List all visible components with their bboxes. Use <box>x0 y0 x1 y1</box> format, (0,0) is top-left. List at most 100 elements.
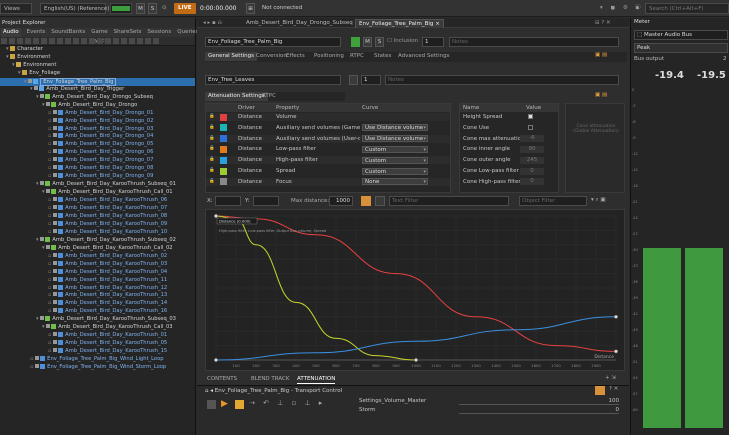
tree-item[interactable]: ▫ Amb_Desert_Bird_Day_KarooThrush_09 <box>0 220 195 229</box>
tree-item[interactable]: ▫ Amb_Desert_Bird_Day_KarooThrush_07 <box>0 205 195 213</box>
explorer-tab[interactable]: SoundBanks <box>51 28 85 37</box>
tree-item[interactable]: ▫ Amb_Desert_Bird_Day_KarooThrush_16 <box>0 308 195 316</box>
tree-item[interactable]: ▾ Env_Foliage_Tree_Palm_Big <box>0 77 195 86</box>
tree-item[interactable]: ▫ Amb_Desert_Bird_Day_KarooThrush_06 <box>0 197 195 205</box>
explorer-tab[interactable]: Audio <box>1 28 21 37</box>
curve-type-select[interactable]: Custom <box>362 156 428 165</box>
layout-icons[interactable]: ▣ ▤ <box>595 52 607 58</box>
tree-item[interactable]: ▫ Amb_Desert_Bird_Day_KarooThrush_12 <box>0 284 195 293</box>
solo-toggle[interactable]: S <box>375 37 384 47</box>
tree-item[interactable]: ▫ Amb_Desert_Bird_Day_KarooThrush_13 <box>0 292 195 300</box>
cone-row[interactable]: Height Spread <box>460 113 558 121</box>
tree-item[interactable]: ▫ Amb_Desert_Bird_Day_KarooThrush_03 <box>0 260 195 269</box>
stop-button[interactable] <box>207 400 216 409</box>
tree-item[interactable]: ▾ Environment <box>0 53 195 62</box>
attenuation-graph[interactable]: 100 200 300 400 500 600 700 800 900 1000 1100 1200 1… <box>205 209 625 371</box>
tree-item[interactable]: ▾ Amb_Desert_Bird_Day_KarooThrush_Call_0… <box>0 189 195 197</box>
rtpc-slider[interactable] <box>459 413 619 414</box>
lock-icon[interactable]: 🔒 <box>209 178 215 186</box>
lock-icon[interactable]: 🔒 <box>209 135 215 143</box>
property-tab[interactable]: States <box>371 52 394 61</box>
cone-value-field[interactable]: 90 <box>520 145 544 153</box>
live-button[interactable]: LIVE <box>174 3 196 14</box>
pause-button[interactable] <box>235 400 244 409</box>
explorer-tab[interactable]: Sessions <box>147 28 171 37</box>
text-filter-field[interactable]: Text Filter <box>389 196 509 206</box>
rtpc-slider[interactable] <box>459 404 619 405</box>
info-icon[interactable]: ⓘ <box>635 3 641 14</box>
cone-value-field[interactable]: 245 <box>520 156 544 164</box>
max-distance-field[interactable]: 1000 <box>329 196 353 206</box>
color-count-field[interactable]: 1 <box>422 37 444 47</box>
tree-item[interactable]: ▾ Amb_Desert_Bird_Day_Trigger <box>0 85 195 94</box>
attenuation-name-field[interactable]: Env_Tree_Leaves <box>205 75 341 85</box>
attenuation-tab[interactable]: RTPC <box>259 92 279 101</box>
property-tab[interactable]: RTPC <box>347 52 367 61</box>
cone-row[interactable]: Cone max attenuation -6 <box>460 135 558 143</box>
curve-row[interactable]: 🔒 Distance Volume <box>206 113 450 121</box>
tree-item[interactable]: ▾ Amb_Desert_Bird_Day_KarooThrush_Subseq… <box>0 181 195 189</box>
curve-row[interactable]: 🔒 Distance Auxiliary send volumes (Game-de… <box>206 124 450 132</box>
tree-item[interactable]: ▫ Amb_Desert_Bird_Day_KarooThrush_08 <box>0 212 195 221</box>
tree-item[interactable]: ▫ Env_Foliage_Tree_Palm_Big_Wind_Storm_L… <box>0 364 195 372</box>
att-count-field[interactable]: 1 <box>361 75 381 85</box>
tree-item[interactable]: ▾ Amb_Desert_Bird_Day_KarooThrush_Call_0… <box>0 244 195 253</box>
att-layout-icons[interactable]: ▣ ▤ <box>595 92 607 98</box>
bottom-icons[interactable]: + ⇲ <box>605 375 616 381</box>
tree-item[interactable]: ▫ Amb_Desert_Bird_Day_KarooThrush_01 <box>0 332 195 340</box>
curve-row[interactable]: 🔒 Distance Auxiliary send volumes (User-de… <box>206 134 450 143</box>
cone-checkbox[interactable] <box>528 124 533 130</box>
tab-palm-big[interactable]: Env_Foliage_Tree_Palm_Big × <box>355 19 444 28</box>
language-dropdown[interactable]: English(US) (Reference) <box>40 3 109 14</box>
tab-drongo-subseq[interactable]: Amb_Desert_Bird_Day_Drongo_Subseq <box>243 19 356 28</box>
lock-icon[interactable]: 🔒 <box>209 167 215 175</box>
curve-row[interactable]: 🔒 Distance Spread Custom <box>206 167 450 176</box>
cone-value-field[interactable]: -6 <box>520 135 544 143</box>
tree-item[interactable]: ▾ Environment <box>0 61 195 70</box>
x-field[interactable] <box>215 196 241 206</box>
bottom-tab[interactable]: CONTENTS <box>207 375 237 384</box>
curve-tool-icon[interactable] <box>375 196 385 206</box>
tree-item[interactable]: ▫ Amb_Desert_Bird_Day_KarooThrush_02 <box>0 252 195 261</box>
tree-item[interactable]: ▫ Amb_Desert_Bird_Day_Drongo_05 <box>0 141 195 149</box>
curve-type-select[interactable]: None <box>362 178 428 186</box>
bottom-tab[interactable]: BLEND TRACK <box>251 375 289 384</box>
notes-field[interactable]: Notes <box>449 37 619 47</box>
property-tab[interactable]: General Settings <box>205 52 257 61</box>
tree-item[interactable]: ▫ Amb_Desert_Bird_Day_Drongo_01 <box>0 109 195 118</box>
close-icon[interactable]: × <box>435 21 440 27</box>
search-field[interactable]: Search (Ctrl+Alt+F) <box>645 3 729 14</box>
share-icon[interactable] <box>349 75 358 85</box>
lock-icon[interactable]: 🔒 <box>209 113 215 121</box>
curve-type-select[interactable]: Use Distance volume <box>362 135 428 143</box>
cone-row[interactable]: Cone inner angle 90 <box>460 145 558 153</box>
tree-item[interactable]: ▫ Env_Foliage_Tree_Palm_Big_Wind_Light_L… <box>0 356 195 364</box>
cone-row[interactable]: Cone Low-pass filter 0 <box>460 167 558 175</box>
tree-item[interactable]: ▾ Character <box>0 46 195 54</box>
curve-type-select[interactable]: Custom <box>362 167 428 176</box>
views-dropdown[interactable]: Views <box>0 3 32 14</box>
tree-item[interactable]: ▾ Amb_Desert_Bird_Day_KarooThrush_Call_0… <box>0 324 195 332</box>
play-button[interactable]: ▶ <box>221 399 228 409</box>
cone-value-field[interactable]: 0 <box>520 178 544 186</box>
lock-icon[interactable]: 🔒 <box>209 145 215 153</box>
tree-item[interactable]: ▫ Amb_Desert_Bird_Day_Drongo_03 <box>0 125 195 134</box>
tree-item[interactable]: ▾ Amb_Desert_Bird_Day_Drongo_Subseq <box>0 93 195 102</box>
nav-arrows[interactable]: ◂ ▸ ▪ ⎌ <box>200 19 225 28</box>
tree-item[interactable]: ▫ Amb_Desert_Bird_Day_KarooThrush_11 <box>0 276 195 285</box>
tree-item[interactable]: ▾ Amb_Desert_Bird_Day_KarooThrush_Subseq… <box>0 236 195 245</box>
explorer-tab[interactable]: Queries <box>177 28 198 37</box>
curve-type-select[interactable]: Use Distance volume <box>362 124 428 132</box>
capture-icon[interactable]: ⊙ <box>162 3 170 14</box>
meter-mode-dropdown[interactable]: Peak <box>634 43 728 53</box>
tree-item[interactable]: ▫ Amb_Desert_Bird_Day_KarooThrush_05 <box>0 340 195 348</box>
tree-item[interactable]: ▾ Env_Foliage <box>0 69 195 78</box>
cone-row[interactable]: Cone Use <box>460 124 558 132</box>
object-name-field[interactable]: Env_Foliage_Tree_Palm_Big <box>205 37 341 47</box>
y-field[interactable] <box>253 196 279 206</box>
cone-row[interactable]: Cone outer angle 245 <box>460 156 558 164</box>
tree-item[interactable]: ▫ Amb_Desert_Bird_Day_KarooThrush_14 <box>0 300 195 308</box>
explorer-tab[interactable]: ShareSets <box>114 28 142 37</box>
tree-item[interactable]: ▫ Amb_Desert_Bird_Day_KarooThrush_04 <box>0 268 195 277</box>
att-notes-field[interactable]: Notes <box>385 75 619 85</box>
